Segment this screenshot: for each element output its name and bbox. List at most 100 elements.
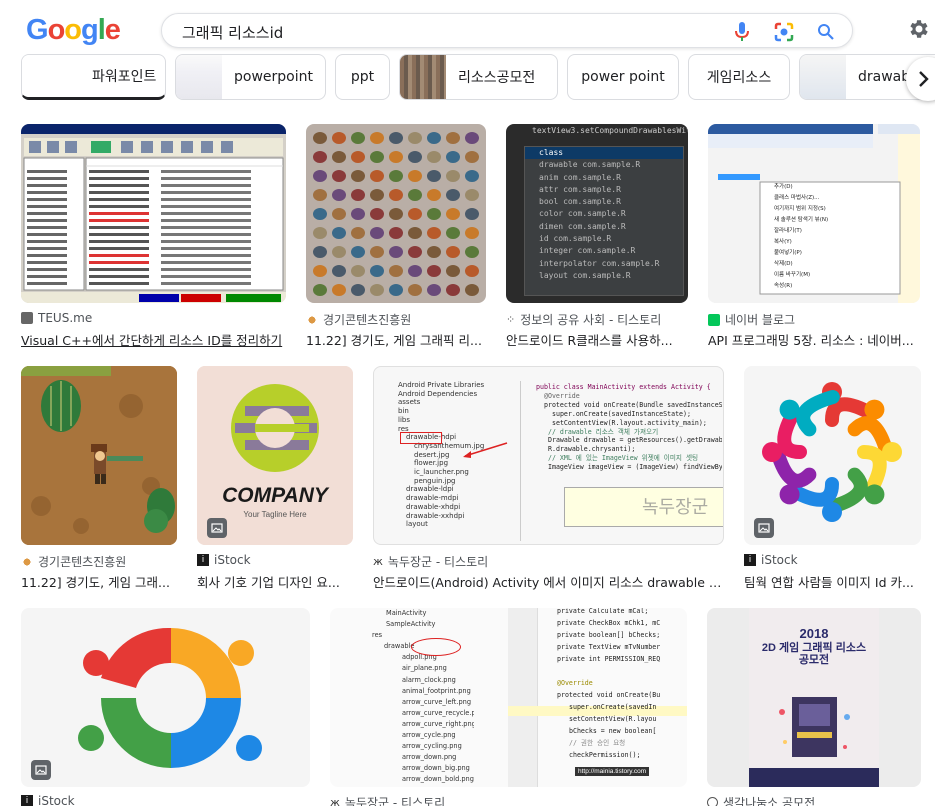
chip-resource-contest[interactable]: 리소스공모전 bbox=[399, 54, 558, 100]
result-source[interactable]: 네이버 블로그 bbox=[708, 311, 795, 328]
result-card[interactable]: TEUS.me Visual C++에서 간단하게 리소스 ID를 정리하기 bbox=[21, 124, 286, 354]
sprite-item bbox=[351, 170, 365, 182]
sprite-item bbox=[332, 189, 346, 201]
result-card[interactable]: 경기콘텐츠진흥원 11.22] 경기도, 게임 그래픽 리... bbox=[306, 124, 486, 354]
result-card[interactable]: MainActivity SampleActivity res drawable adp… bbox=[330, 608, 687, 806]
source-name: 경기콘텐츠진흥원 bbox=[323, 313, 412, 327]
source-name: 생각나눔소 공모전 bbox=[723, 796, 816, 806]
list-row bbox=[89, 212, 149, 215]
result-title[interactable]: API 프로그래밍 5장. 리소스 : 네이버... bbox=[708, 330, 920, 349]
result-image[interactable] bbox=[744, 366, 921, 545]
logo-letter: e bbox=[104, 14, 121, 46]
result-image[interactable] bbox=[21, 366, 177, 545]
result-image[interactable]: 2018 2D 게임 그래픽 리소스 공모전 bbox=[707, 608, 921, 787]
result-source[interactable]: 생각나눔소 공모전 bbox=[707, 794, 815, 806]
result-image[interactable] bbox=[21, 124, 286, 303]
site-favicon bbox=[21, 555, 33, 568]
code-line: @Override bbox=[544, 391, 580, 400]
result-title[interactable]: 회사 기호 기업 디자인 요... bbox=[197, 572, 353, 591]
context-menu-item: 이름 바꾸기(M) bbox=[774, 272, 811, 278]
result-source[interactable]: 경기콘텐츠진흥원 bbox=[306, 311, 411, 328]
sprite-item bbox=[313, 227, 327, 239]
sprite-item bbox=[370, 284, 384, 296]
list-row bbox=[161, 198, 251, 201]
sprite-item bbox=[465, 284, 479, 296]
tree-item: arrow_cycling.png bbox=[402, 742, 462, 751]
result-image[interactable] bbox=[21, 608, 310, 787]
result-source[interactable]: ж 녹두장군 - 티스토리 bbox=[330, 794, 445, 806]
logo-letter: o bbox=[64, 14, 82, 46]
result-source[interactable]: i iStock bbox=[744, 553, 798, 567]
autocomplete-item: integer com.sample.R bbox=[539, 246, 636, 256]
autocomplete-item: color com.sample.R bbox=[539, 209, 626, 219]
result-image[interactable]: Android Private Libraries Android Depende… bbox=[373, 366, 724, 545]
chip-label: 리소스공모전 bbox=[458, 70, 536, 86]
result-image[interactable]: textView3.setCompoundDrawablesWithI clas… bbox=[506, 124, 688, 303]
result-title[interactable]: 11.22] 경기도, 게임 그래... bbox=[21, 572, 177, 591]
result-image[interactable]: MainActivity SampleActivity res drawable adp… bbox=[330, 608, 687, 787]
sprite-item bbox=[465, 170, 479, 182]
sprite-item bbox=[465, 208, 479, 220]
chip-ppt[interactable]: ppt bbox=[335, 54, 390, 100]
result-title[interactable]: 안드로이드(Android) Activity 에서 이미지 리소스 drawa… bbox=[373, 572, 724, 591]
sprite-item bbox=[389, 170, 403, 182]
result-title[interactable]: Visual C++에서 간단하게 리소스 ID를 정리하기 bbox=[21, 330, 286, 349]
sprite-item bbox=[408, 151, 422, 163]
camera-lens-icon[interactable] bbox=[772, 20, 796, 44]
tree-item: layout bbox=[406, 520, 428, 529]
result-card[interactable]: 경기콘텐츠진흥원 11.22] 경기도, 게임 그래... bbox=[21, 366, 177, 596]
result-title[interactable]: 팀웍 연합 사람들 이미지 Id 카... bbox=[744, 572, 921, 591]
list-row bbox=[89, 184, 149, 187]
result-source[interactable]: ж 녹두장군 - 티스토리 bbox=[373, 553, 488, 570]
result-card[interactable]: 추가(D) 클래스 마법사(Z)... 여기까지 범위 지정(S) 새 솔루션 탐색기… bbox=[708, 124, 920, 354]
result-image[interactable]: 추가(D) 클래스 마법사(Z)... 여기까지 범위 지정(S) 새 솔루션 탐색기… bbox=[708, 124, 920, 303]
result-card[interactable]: textView3.setCompoundDrawablesWithI clas… bbox=[506, 124, 688, 354]
chip-powerpoint[interactable]: powerpoint bbox=[175, 54, 326, 100]
site-favicon bbox=[21, 312, 33, 324]
source-name: 경기콘텐츠진흥원 bbox=[38, 555, 127, 569]
share-icon: ⁘ bbox=[506, 313, 516, 326]
tree-item: arrow_down_bold.png bbox=[402, 775, 474, 784]
result-card[interactable]: i iStock bbox=[21, 608, 310, 806]
code-line: @Override bbox=[557, 679, 593, 687]
sprite-item bbox=[427, 189, 441, 201]
tree-item: arrow_down_big.png bbox=[402, 764, 470, 773]
result-image[interactable] bbox=[306, 124, 486, 303]
sprite-item bbox=[351, 132, 365, 144]
result-source[interactable]: TEUS.me bbox=[21, 311, 92, 325]
result-title[interactable]: 안드로이드 R클래스를 사용하... bbox=[506, 330, 688, 349]
sprite-item bbox=[427, 208, 441, 220]
result-image[interactable]: COMPANY Your Tagline Here bbox=[197, 366, 353, 545]
google-logo[interactable]: Google bbox=[26, 14, 121, 47]
code-line: // XML 에 있는 ImageView 위젯에 이미지 셋팅 bbox=[548, 454, 699, 463]
settings-gear-icon[interactable] bbox=[907, 17, 933, 43]
autocomplete-item: id com.sample.R bbox=[539, 234, 612, 244]
result-card[interactable]: i iStock 팀웍 연합 사람들 이미지 Id 카... bbox=[744, 366, 921, 596]
sprite-item bbox=[389, 265, 403, 277]
result-card[interactable]: COMPANY Your Tagline Here i iStock 회사 기호 … bbox=[197, 366, 353, 596]
search-box[interactable]: 그래픽 리소스id bbox=[161, 13, 853, 48]
result-card[interactable]: 2018 2D 게임 그래픽 리소스 공모전 생각나눔소 공모전 bbox=[707, 608, 921, 806]
list-row bbox=[27, 198, 67, 201]
autocomplete-item: anim com.sample.R bbox=[539, 172, 621, 182]
sprite-item bbox=[465, 189, 479, 201]
search-input[interactable]: 그래픽 리소스id bbox=[182, 22, 283, 43]
code-line: setContentView(R.layout.activity_main); bbox=[552, 418, 707, 427]
chip-power-point[interactable]: power point bbox=[567, 54, 679, 100]
chip-label: 파워포인트 bbox=[92, 69, 157, 85]
result-title[interactable]: 11.22] 경기도, 게임 그래픽 리... bbox=[306, 330, 486, 349]
chip-powerpoint-kr[interactable]: 파워포인트 bbox=[21, 54, 166, 100]
result-card[interactable]: Android Private Libraries Android Depende… bbox=[373, 366, 724, 596]
sprite-item bbox=[408, 170, 422, 182]
list-row bbox=[27, 261, 67, 264]
sprite-item bbox=[351, 189, 365, 201]
result-source[interactable]: i iStock bbox=[21, 794, 75, 806]
arcade-machine-illustration bbox=[779, 697, 850, 757]
result-source[interactable]: 경기콘텐츠진흥원 bbox=[21, 553, 126, 570]
search-icon[interactable] bbox=[814, 20, 838, 44]
microphone-icon[interactable] bbox=[730, 20, 754, 44]
sprite-item bbox=[332, 265, 346, 277]
chip-game-resource[interactable]: 게임리소스 bbox=[688, 54, 790, 100]
result-source[interactable]: ⁘ 정보의 공유 사회 - 티스토리 bbox=[506, 311, 661, 328]
result-source[interactable]: i iStock bbox=[197, 553, 251, 567]
